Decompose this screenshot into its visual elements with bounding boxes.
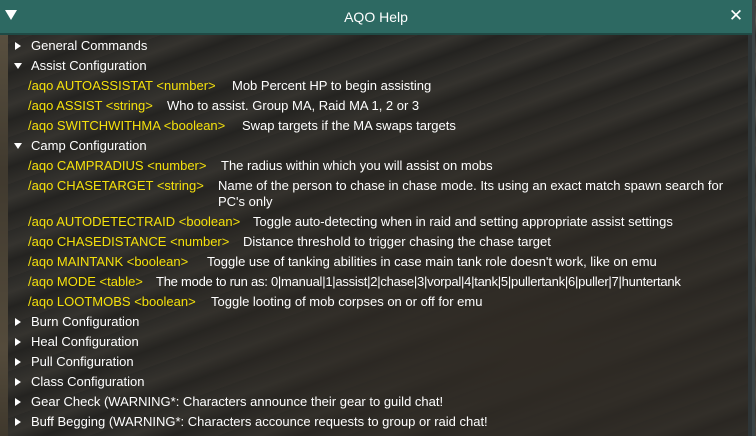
close-icon[interactable]: ✕ (728, 7, 744, 25)
expand-arrow-icon (15, 318, 21, 326)
help-entry: /aqo AUTOASSISTAT <number> Mob Percent H… (0, 78, 750, 94)
help-window: AQO Help ✕ General Commands Assist Confi… (0, 0, 755, 436)
command-description: Toggle use of tanking abilities in case … (207, 254, 657, 269)
help-entry: /aqo ASSIST <string> Who to assist. Grou… (0, 98, 750, 114)
tree-node-general-commands[interactable]: General Commands (0, 38, 200, 54)
command-description: The radius within which you will assist … (221, 158, 493, 173)
help-entry: /aqo LOOTMOBS <boolean> Toggle looting o… (0, 294, 750, 310)
command-syntax: /aqo AUTOASSISTAT <number> (28, 78, 216, 93)
command-description: Toggle auto-detecting when in raid and s… (253, 214, 673, 229)
help-entry: /aqo CAMPRADIUS <number> The radius with… (0, 158, 750, 174)
command-syntax: /aqo AUTODETECTRAID <boolean> (28, 214, 241, 229)
tree-node-label: Heal Configuration (31, 334, 139, 349)
tree-node-heal-configuration[interactable]: Heal Configuration (0, 334, 200, 350)
expand-arrow-icon (15, 378, 21, 386)
collapse-arrow-icon (14, 143, 22, 149)
window-title: AQO Help (344, 9, 408, 25)
tree-node-label: Gear Check (WARNING*: Characters announc… (31, 394, 444, 409)
collapse-arrow-icon (14, 63, 22, 69)
command-syntax: /aqo LOOTMOBS <boolean> (28, 294, 196, 309)
help-entry: /aqo CHASEDISTANCE <number> Distance thr… (0, 234, 750, 250)
tree-node-pull-configuration[interactable]: Pull Configuration (0, 354, 200, 370)
command-description: Who to assist. Group MA, Raid MA 1, 2 or… (167, 98, 420, 113)
tree-node-label: Pull Configuration (31, 354, 134, 369)
help-entry: /aqo AUTODETECTRAID <boolean> Toggle aut… (0, 214, 750, 230)
expand-arrow-icon (15, 418, 21, 426)
tree-node-label: Class Configuration (31, 374, 145, 389)
command-description: Distance threshold to trigger chasing th… (243, 234, 551, 249)
command-description: Mob Percent HP to begin assisting (232, 78, 432, 93)
command-description: Name of the person to chase in chase mod… (218, 178, 724, 209)
help-entry: /aqo MAINTANK <boolean> Toggle use of ta… (0, 254, 750, 270)
tree-node-burn-configuration[interactable]: Burn Configuration (0, 314, 200, 330)
tree-node-assist-configuration[interactable]: Assist Configuration (0, 58, 200, 74)
tree-node-buff-begging[interactable]: Buff Begging (WARNING*: Characters accou… (0, 414, 560, 430)
command-description: The mode to run as: 0|manual|1|assist|2|… (156, 274, 681, 289)
tree-node-label: Assist Configuration (31, 58, 147, 73)
expand-arrow-icon (15, 398, 21, 406)
expand-arrow-icon (15, 338, 21, 346)
tree-node-label: Camp Configuration (31, 138, 147, 153)
tree-node-class-configuration[interactable]: Class Configuration (0, 374, 200, 390)
window-titlebar[interactable]: AQO Help ✕ (0, 0, 752, 35)
command-description: Swap targets if the MA swaps targets (242, 118, 456, 133)
tree-node-label: General Commands (31, 38, 148, 53)
tree-node-label: Buff Begging (WARNING*: Characters accou… (31, 414, 488, 429)
tree-node-label: Burn Configuration (31, 314, 140, 329)
command-syntax: /aqo SWITCHWITHMA <boolean> (28, 118, 226, 133)
command-syntax: /aqo CHASEDISTANCE <number> (28, 234, 230, 249)
command-syntax: /aqo MAINTANK <boolean> (28, 254, 189, 269)
tree-node-camp-configuration[interactable]: Camp Configuration (0, 138, 200, 154)
scrollbar[interactable] (748, 35, 752, 436)
expand-arrow-icon (15, 42, 21, 50)
tree-node-gear-check[interactable]: Gear Check (WARNING*: Characters announc… (0, 394, 520, 410)
command-syntax: /aqo CHASETARGET <string> (28, 178, 204, 193)
help-entry: /aqo CHASETARGET <string> Name of the pe… (0, 178, 750, 210)
help-entry: /aqo SWITCHWITHMA <boolean> Swap targets… (0, 118, 750, 134)
command-syntax: /aqo CAMPRADIUS <number> (28, 158, 207, 173)
command-syntax: /aqo MODE <table> (28, 274, 143, 289)
help-entry: /aqo MODE <table> The mode to run as: 0|… (0, 274, 750, 290)
expand-arrow-icon (15, 358, 21, 366)
command-description: Toggle looting of mob corpses on or off … (211, 294, 483, 309)
command-syntax: /aqo ASSIST <string> (28, 98, 153, 113)
